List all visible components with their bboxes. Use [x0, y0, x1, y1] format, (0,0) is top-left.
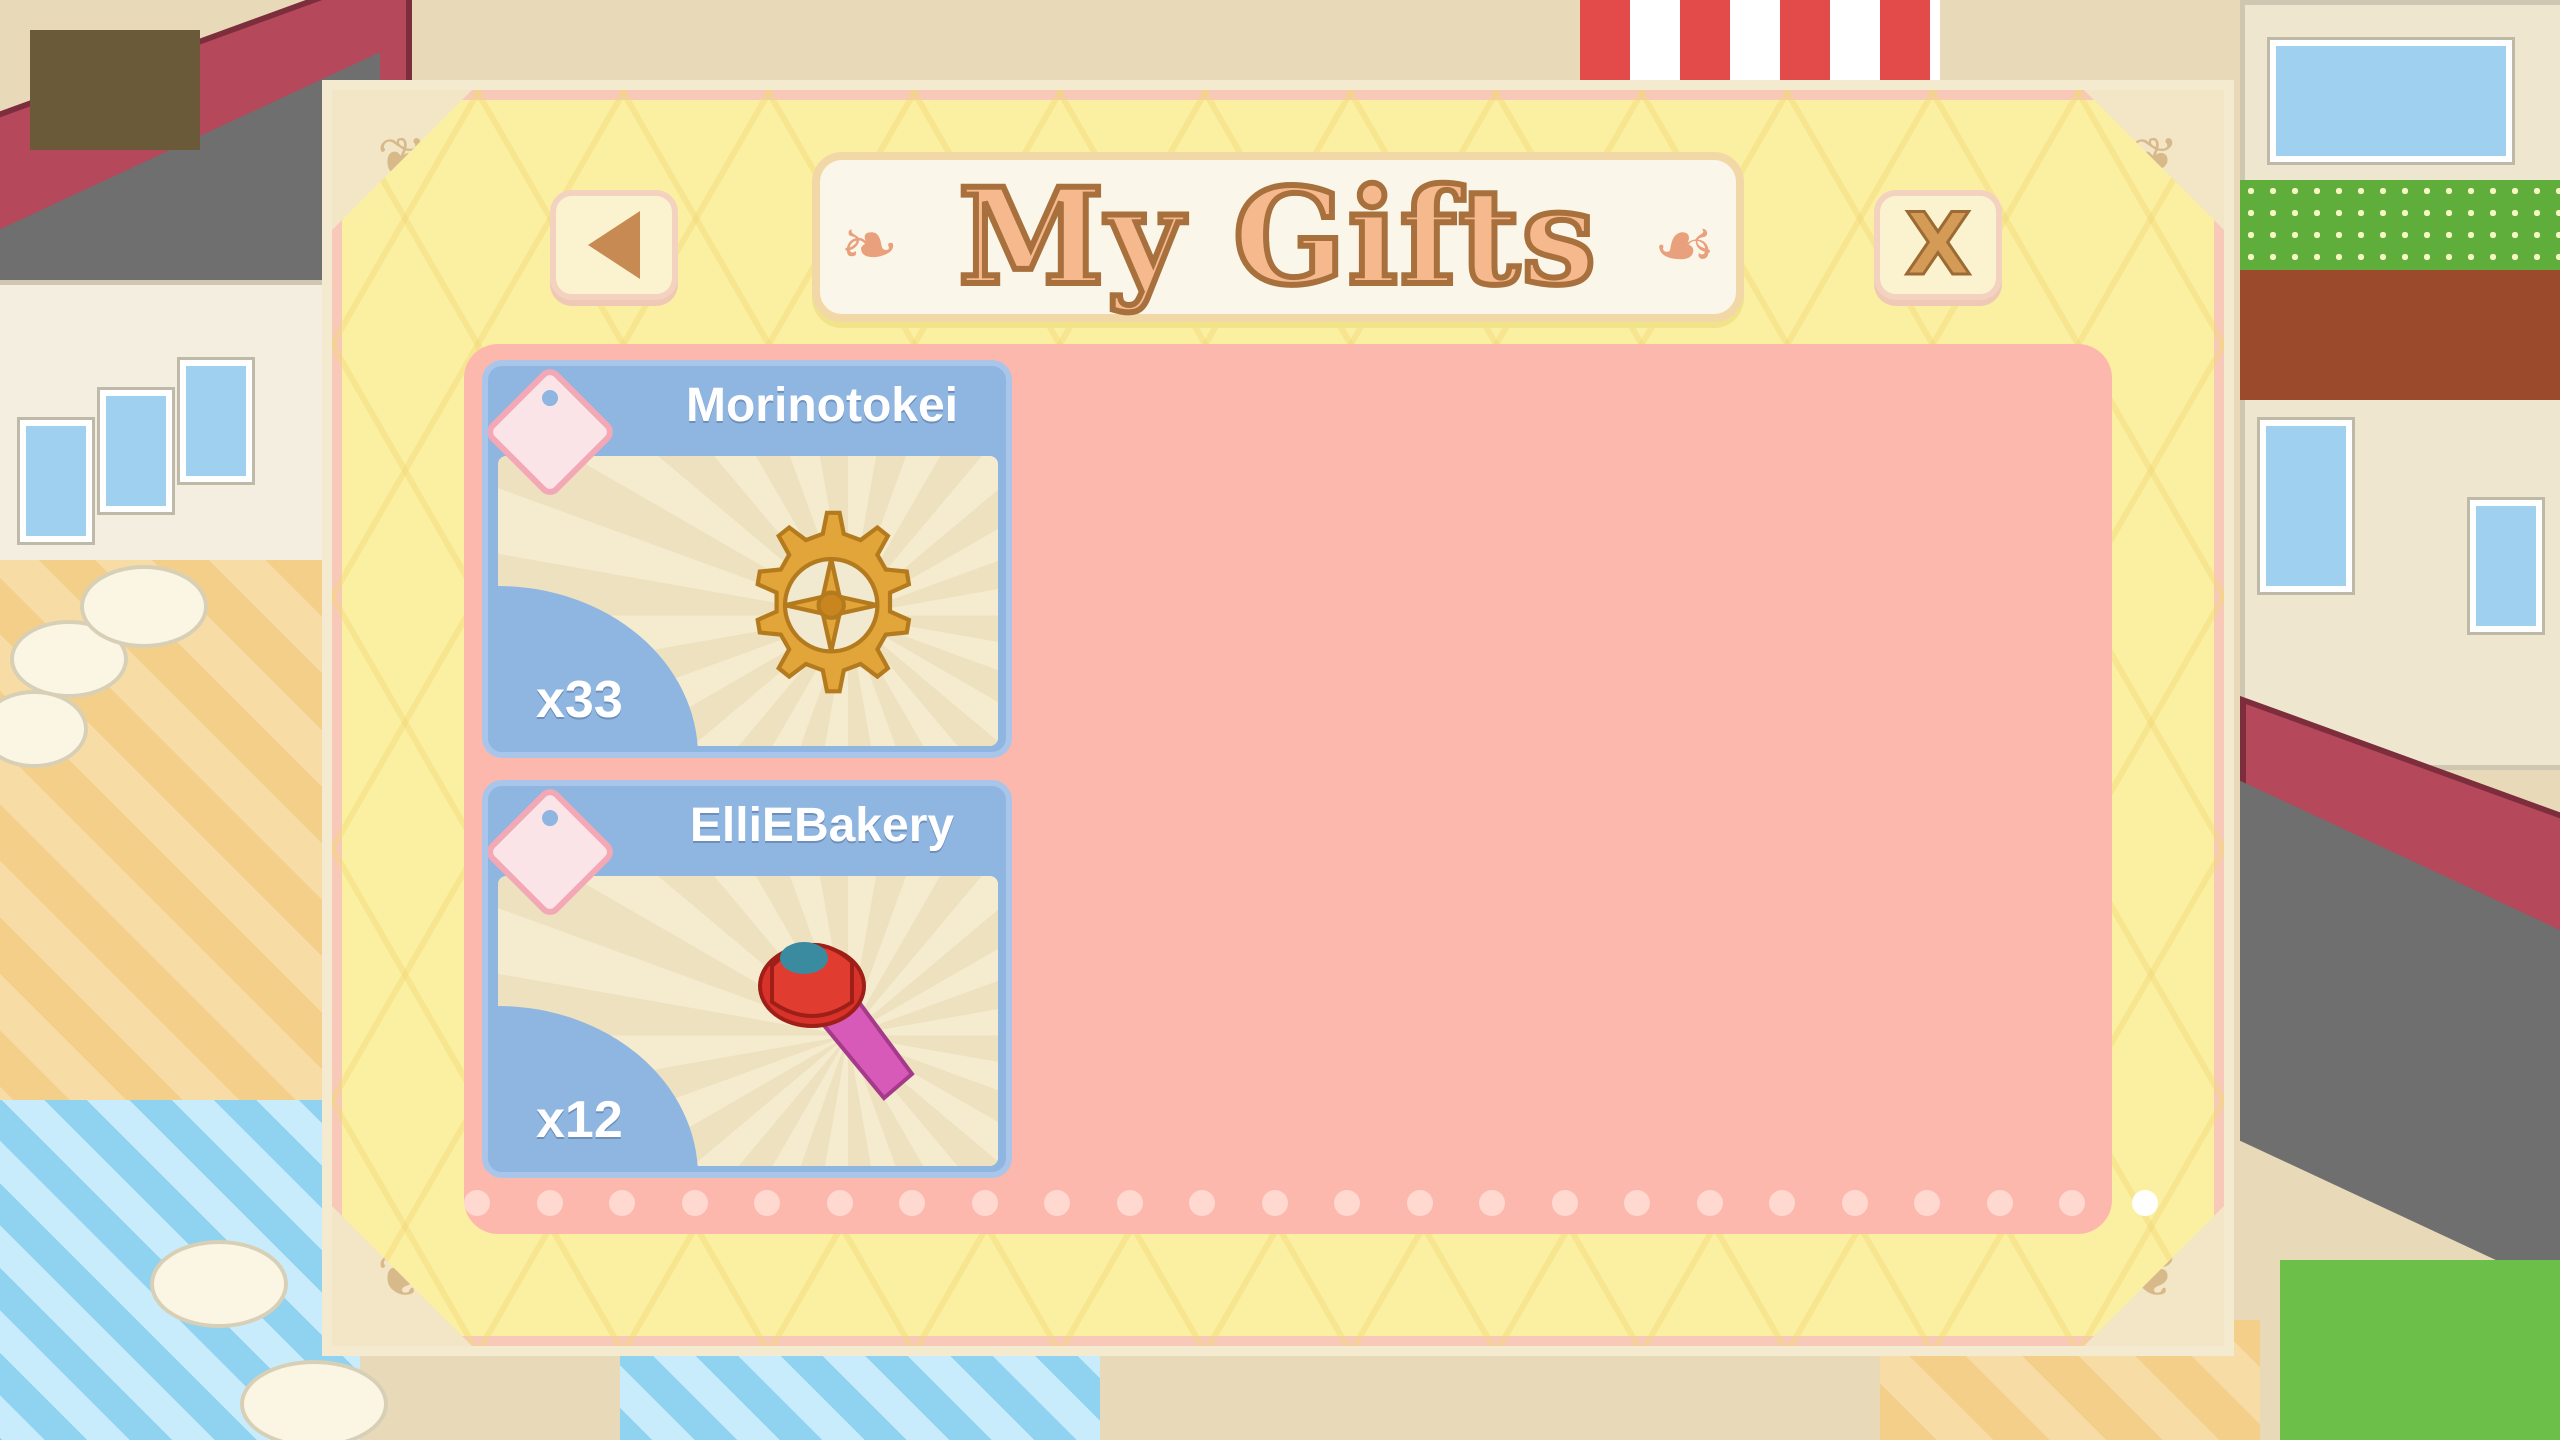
close-button[interactable]: X: [1874, 190, 2002, 300]
window: [20, 420, 92, 542]
flourish-icon: ☙: [1653, 204, 1716, 286]
window: [2260, 420, 2352, 592]
page-dot[interactable]: [1044, 1190, 1070, 1216]
flower-box: [2240, 180, 2560, 270]
gifts-panel: Morinotokei x33 ElliEBakery x12: [464, 344, 2158, 1234]
dialog-title: My Gifts: [955, 157, 1599, 318]
page-dot[interactable]: [1116, 1190, 1143, 1216]
title-banner: ❧ My Gifts ☙: [812, 152, 1744, 322]
close-icon: X: [1903, 195, 1972, 295]
striped-awning: [1580, 0, 1940, 80]
page-dot[interactable]: [754, 1190, 780, 1216]
page-dot[interactable]: [1769, 1190, 1795, 1216]
page-dot[interactable]: [1479, 1190, 1505, 1216]
gift-card[interactable]: Morinotokei x33: [482, 360, 1012, 758]
cafe-table: [240, 1360, 388, 1440]
cafe-table: [80, 565, 208, 648]
flourish-icon: ❧: [840, 204, 899, 286]
page-dot[interactable]: [971, 1190, 998, 1216]
page-dot[interactable]: [609, 1190, 635, 1216]
gift-quantity: x33: [536, 671, 623, 729]
gift-sender-name: Morinotokei: [686, 379, 958, 432]
piping-tip-icon: [758, 942, 915, 1101]
window: [2470, 500, 2542, 632]
back-button[interactable]: [550, 190, 678, 300]
page-dot[interactable]: [1406, 1190, 1433, 1216]
page-dot[interactable]: [2059, 1190, 2085, 1216]
gift-card[interactable]: ElliEBakery x12: [482, 780, 1012, 1178]
page-dot[interactable]: [681, 1190, 708, 1216]
page-dot[interactable]: [1696, 1190, 1723, 1216]
page-dot[interactable]: [1914, 1190, 1940, 1216]
page-dot[interactable]: [1189, 1190, 1215, 1216]
my-gifts-dialog: ❦ ❦ ❦ ❦ ❧ My Gifts ☙ X Morinotokei x33 E…: [322, 80, 2234, 1356]
window: [180, 360, 252, 482]
window: [2270, 40, 2512, 162]
page-indicator: [464, 1184, 2158, 1224]
gift-sender-name: ElliEBakery: [689, 799, 955, 852]
produce-stand: [30, 30, 200, 150]
corner-ornament: ❦: [332, 90, 472, 230]
page-dot[interactable]: [1841, 1190, 1868, 1216]
back-arrow-icon: [588, 211, 640, 279]
page-dot[interactable]: [1986, 1190, 2013, 1216]
corner-ornament: ❦: [332, 1206, 472, 1346]
gift-quantity: x12: [536, 1091, 623, 1149]
window: [100, 390, 172, 512]
grass-patch: [2280, 1260, 2560, 1440]
page-dot[interactable]: [826, 1190, 853, 1216]
page-dot[interactable]: [1261, 1190, 1288, 1216]
page-dot[interactable]: [1334, 1190, 1360, 1216]
blue-tile-floor: [620, 1350, 1100, 1440]
page-dot[interactable]: [536, 1190, 563, 1216]
page-dot[interactable]: [2131, 1190, 2158, 1216]
balcony-railing: [2240, 270, 2560, 400]
gear-icon: [755, 510, 912, 694]
page-dot[interactable]: [1624, 1190, 1650, 1216]
page-dot[interactable]: [899, 1190, 925, 1216]
cafe-table: [150, 1240, 288, 1328]
corner-ornament: ❦: [2084, 90, 2224, 230]
page-dot[interactable]: [464, 1190, 490, 1216]
corner-ornament: ❦: [2084, 1206, 2224, 1346]
page-dot[interactable]: [1551, 1190, 1578, 1216]
